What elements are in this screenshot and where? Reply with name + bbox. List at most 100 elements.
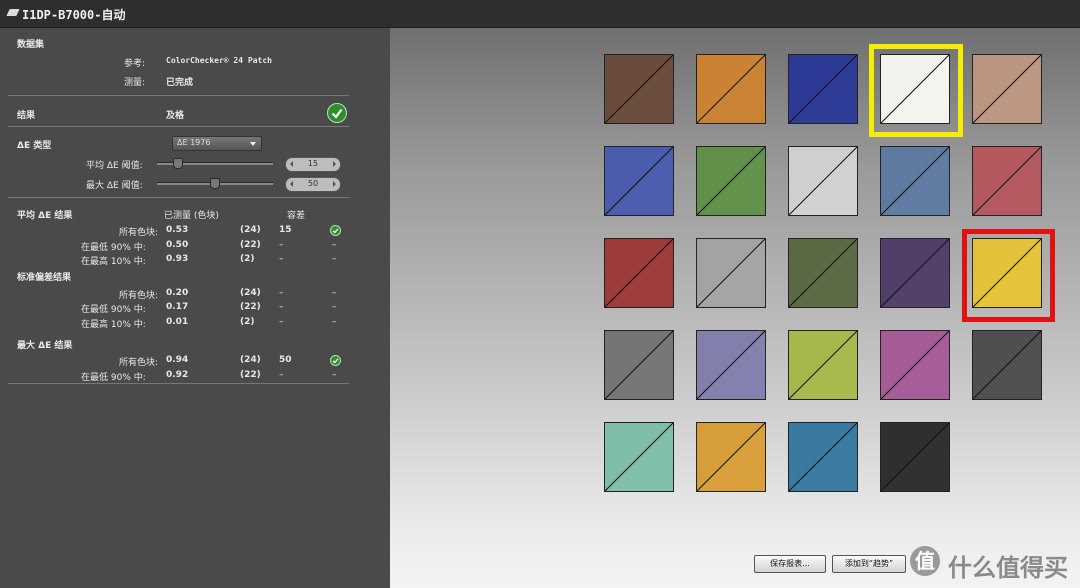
reference-label: 参考: bbox=[124, 59, 146, 69]
table-row-label: 所有色块: bbox=[119, 358, 159, 368]
max-threshold-stepper[interactable]: 50 bbox=[285, 177, 341, 192]
color-patch bbox=[696, 146, 766, 216]
save-report-button[interactable]: 保存报表... bbox=[754, 555, 826, 573]
color-patch bbox=[604, 422, 674, 492]
color-patch bbox=[696, 422, 766, 492]
table-row-status: – bbox=[332, 370, 337, 380]
max-results-heading: 最大 ΔE 结果 bbox=[17, 341, 73, 351]
col-measured-header: 已测量 (色块) bbox=[164, 211, 219, 221]
table-row-tolerance: – bbox=[279, 370, 284, 380]
table-row-value: 0.92 bbox=[166, 370, 189, 380]
color-patch bbox=[972, 146, 1042, 216]
table-row-value: 0.01 bbox=[166, 317, 189, 327]
measured-label: 测量: bbox=[124, 78, 146, 88]
table-row-count: (22) bbox=[240, 240, 261, 250]
highlight-frame-yellow bbox=[869, 44, 963, 137]
table-row-status: – bbox=[332, 288, 337, 298]
table-row-count: (22) bbox=[240, 302, 261, 312]
divider bbox=[8, 197, 349, 198]
table-row-count: (2) bbox=[240, 317, 255, 327]
result-value: 及格 bbox=[166, 111, 185, 121]
table-row-status: – bbox=[332, 317, 337, 327]
table-row-value: 0.53 bbox=[166, 225, 189, 235]
color-patch bbox=[788, 422, 858, 492]
color-patch bbox=[972, 330, 1042, 400]
table-row-value: 0.50 bbox=[166, 240, 189, 250]
app-icon bbox=[6, 9, 20, 16]
max-threshold-value: 50 bbox=[307, 179, 319, 188]
table-row-tolerance: – bbox=[279, 288, 284, 298]
color-patch bbox=[604, 238, 674, 308]
color-patch bbox=[696, 54, 766, 124]
reference-value: ColorChecker® 24 Patch bbox=[166, 56, 272, 65]
table-row-status: – bbox=[332, 240, 337, 250]
increment-icon[interactable] bbox=[333, 181, 336, 187]
table-row-label: 在最低 90% 中: bbox=[81, 373, 146, 383]
avg-threshold-slider-thumb[interactable] bbox=[173, 158, 183, 169]
table-row-label: 在最高 10% 中: bbox=[81, 257, 146, 267]
table-row-value: 0.20 bbox=[166, 288, 189, 298]
add-to-trend-button[interactable]: 添加到“趋势” bbox=[832, 555, 906, 573]
color-patch bbox=[972, 54, 1042, 124]
divider bbox=[8, 383, 349, 384]
color-patch bbox=[788, 54, 858, 124]
table-row-count: (2) bbox=[240, 254, 255, 264]
color-patch bbox=[880, 422, 950, 492]
delta-e-type-label: ΔE 类型 bbox=[17, 141, 52, 151]
color-patch bbox=[788, 238, 858, 308]
table-row-count: (24) bbox=[240, 288, 261, 298]
avg-threshold-label: 平均 ΔE 阈值: bbox=[86, 161, 143, 171]
color-patch bbox=[604, 330, 674, 400]
window-title: I1DP-B7000-自动 bbox=[22, 8, 126, 22]
divider bbox=[8, 126, 349, 127]
table-row-count: (22) bbox=[240, 370, 261, 380]
table-row-value: 0.17 bbox=[166, 302, 189, 312]
color-patch bbox=[604, 54, 674, 124]
col-tolerance-header: 容差 bbox=[287, 211, 306, 221]
table-row-status: – bbox=[332, 254, 337, 264]
increment-icon[interactable] bbox=[333, 161, 336, 167]
highlight-frame-red bbox=[962, 229, 1055, 322]
table-row-tolerance: – bbox=[279, 317, 284, 327]
title-bar: I1DP-B7000-自动 bbox=[0, 0, 1080, 28]
delta-e-type-dropdown[interactable]: ΔE 1976 bbox=[172, 136, 262, 151]
table-row-value: 0.94 bbox=[166, 355, 189, 365]
color-patch bbox=[880, 330, 950, 400]
table-row-tolerance: – bbox=[279, 240, 284, 250]
table-row-tolerance: – bbox=[279, 302, 284, 312]
avg-threshold-stepper[interactable]: 15 bbox=[285, 157, 341, 172]
table-row-label: 所有色块: bbox=[119, 291, 159, 301]
color-patch bbox=[788, 146, 858, 216]
pass-check-icon bbox=[330, 225, 341, 236]
dataset-heading: 数据集 bbox=[17, 40, 45, 50]
table-row-status: – bbox=[332, 302, 337, 312]
color-patch bbox=[880, 146, 950, 216]
color-patch bbox=[788, 330, 858, 400]
max-threshold-slider-thumb[interactable] bbox=[210, 178, 220, 189]
table-row-value: 0.93 bbox=[166, 254, 189, 264]
table-row-count: (24) bbox=[240, 225, 261, 235]
table-row-label: 在最低 90% 中: bbox=[81, 243, 146, 253]
avg-results-heading: 平均 ΔE 结果 bbox=[17, 211, 73, 221]
pass-check-icon bbox=[327, 103, 347, 123]
table-row-label: 在最低 90% 中: bbox=[81, 305, 146, 315]
color-patch bbox=[696, 330, 766, 400]
pass-check-icon bbox=[330, 355, 341, 366]
table-row-label: 所有色块: bbox=[119, 228, 159, 238]
chevron-down-icon bbox=[250, 142, 256, 146]
watermark-logo-icon: 值 bbox=[910, 546, 940, 576]
result-heading: 结果 bbox=[17, 111, 36, 121]
avg-threshold-value: 15 bbox=[307, 159, 319, 168]
divider bbox=[8, 95, 349, 96]
max-threshold-label: 最大 ΔE 阈值: bbox=[86, 181, 143, 191]
table-row-tolerance: 50 bbox=[279, 355, 292, 365]
table-row-count: (24) bbox=[240, 355, 261, 365]
table-row-tolerance: 15 bbox=[279, 225, 292, 235]
table-row-tolerance: – bbox=[279, 254, 284, 264]
color-patch bbox=[604, 146, 674, 216]
watermark-text: 什么值得买 bbox=[948, 554, 1068, 582]
color-patch bbox=[696, 238, 766, 308]
delta-e-type-value: ΔE 1976 bbox=[177, 138, 211, 147]
measured-value: 已完成 bbox=[166, 78, 194, 88]
table-row-label: 在最高 10% 中: bbox=[81, 320, 146, 330]
